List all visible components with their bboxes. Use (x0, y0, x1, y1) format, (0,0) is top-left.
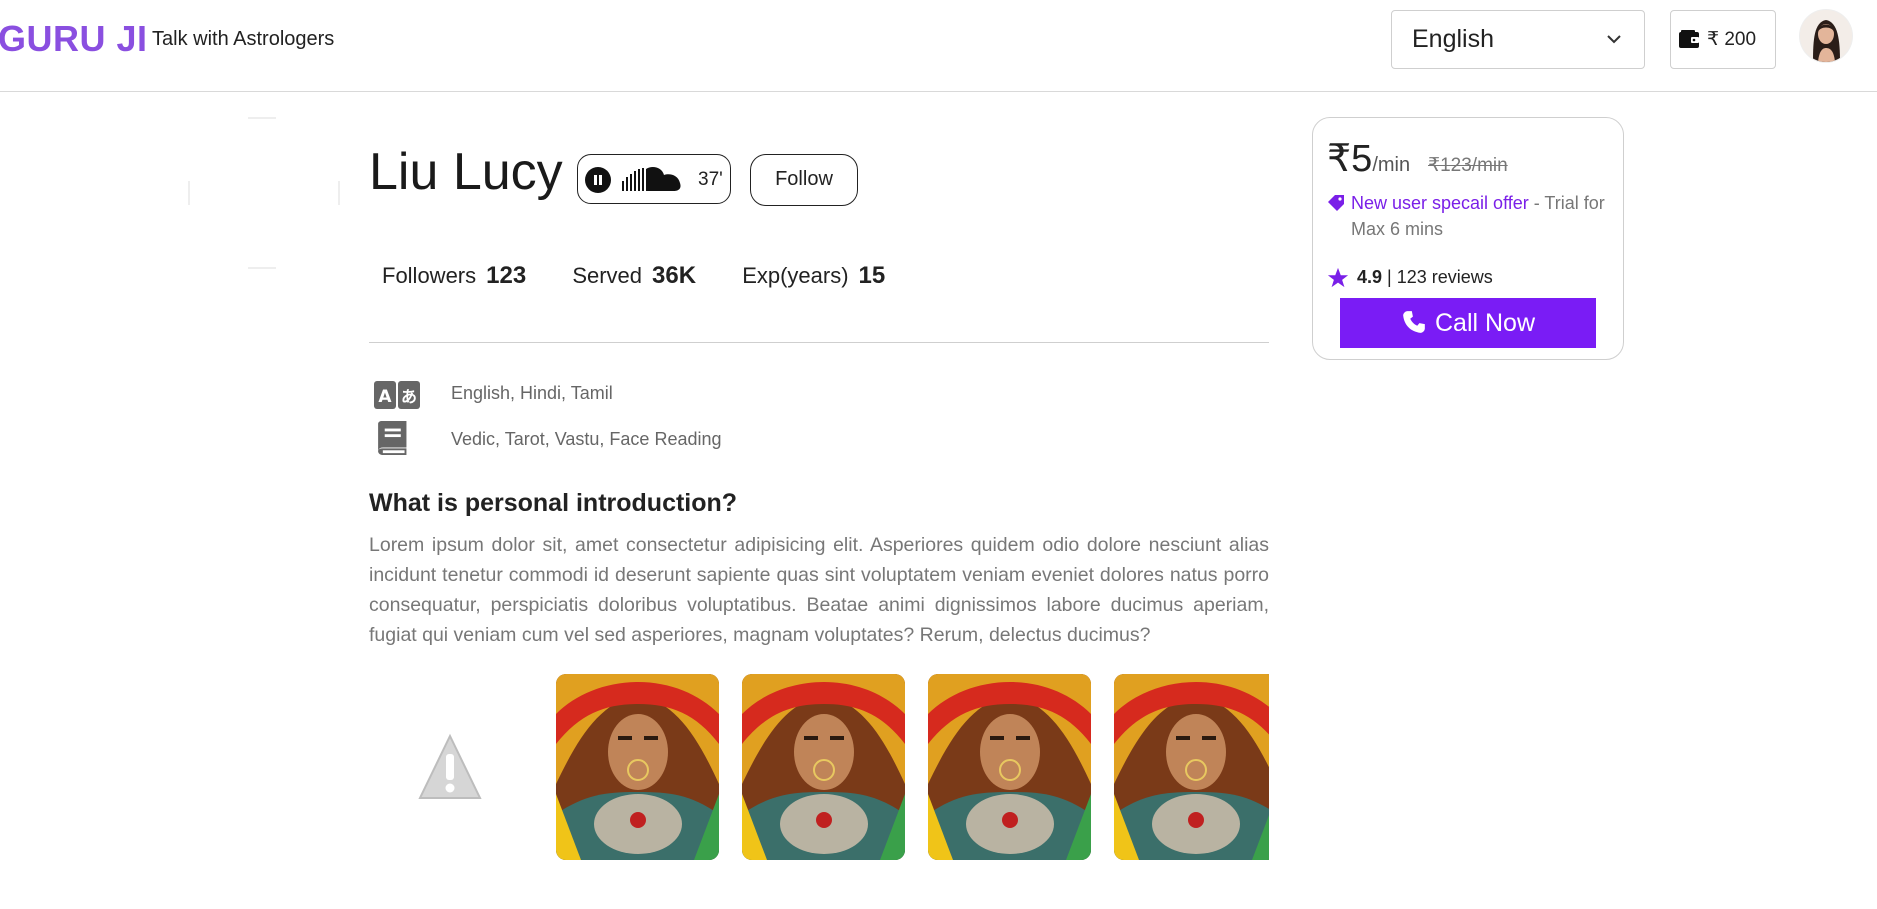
skills-text: Vedic, Tarot, Vastu, Face Reading (451, 429, 722, 449)
call-now-button[interactable]: Call Now (1340, 298, 1596, 348)
profile-image (188, 117, 340, 269)
stat-label: Followers (382, 263, 477, 288)
chevron-down-icon (1607, 35, 1621, 44)
stat-served: Served 36K (572, 262, 696, 290)
svg-text:あ: あ (401, 387, 417, 406)
gallery-photo (742, 674, 905, 860)
user-avatar[interactable] (1800, 10, 1852, 62)
avatar-image (1800, 10, 1852, 62)
phone-icon (1403, 311, 1425, 333)
photo-gallery (556, 674, 1269, 860)
nav-link-talk-with-astrologers[interactable]: Talk with Astrologers (152, 28, 334, 51)
top-navbar: GURU JI Talk with Astrologers English ₹ … (0, 0, 1877, 92)
languages-text: English, Hindi, Tamil (451, 383, 613, 403)
price-value: ₹5 (1327, 138, 1373, 180)
wallet-icon (1679, 30, 1699, 48)
gallery-photo (928, 674, 1091, 860)
translate-icon: A あ (374, 381, 420, 409)
astrologer-name: Liu Lucy (369, 143, 563, 201)
price-unit: /min (1372, 154, 1411, 176)
divider (369, 342, 1269, 343)
old-price: ₹123/min (1428, 155, 1508, 176)
offer-link[interactable]: New user specail offer (1351, 193, 1529, 213)
price: ₹5/min (1327, 136, 1410, 181)
gallery-photo (556, 674, 719, 860)
gallery-image[interactable] (928, 674, 1091, 860)
gallery-image[interactable] (1114, 674, 1269, 860)
star-icon (1327, 267, 1349, 288)
intro-paragraph: Lorem ipsum dolor sit, amet consectetur … (369, 534, 1269, 646)
warning-icon (418, 733, 482, 799)
stat-value: 123 (486, 262, 527, 289)
stat-value: 15 (858, 262, 886, 289)
gallery-image[interactable] (556, 674, 719, 860)
pricing-card: ₹5/min ₹123/min New user specail offer -… (1312, 117, 1624, 360)
audio-intro-player[interactable]: 37' (577, 154, 731, 204)
rating-value: 4.9 (1357, 267, 1383, 287)
wallet-balance: ₹ 200 (1707, 29, 1757, 50)
wallet-button[interactable]: ₹ 200 (1670, 10, 1776, 69)
stat-experience: Exp(years) 15 (742, 262, 885, 290)
intro-heading: What is personal introduction? (369, 489, 738, 517)
svg-text:A: A (378, 387, 392, 407)
tag-icon (1328, 195, 1344, 211)
language-select-value: English (1412, 25, 1494, 53)
stat-followers: Followers 123 (382, 262, 526, 290)
stats-row: Followers 123 Served 36K Exp(years) 15 (382, 262, 925, 290)
language-select[interactable]: English (1391, 10, 1645, 69)
stat-label: Exp(years) (742, 263, 849, 288)
audio-duration: 37' (698, 169, 723, 190)
reviews-count[interactable]: | 123 reviews (1382, 267, 1493, 287)
soundcloud-icon (622, 167, 681, 191)
offer-note: New user specail offer - Trial for Max 6… (1327, 190, 1613, 242)
gallery-photo (1114, 674, 1269, 860)
book-icon (378, 421, 407, 455)
call-now-label: Call Now (1434, 309, 1536, 337)
gallery-image[interactable] (742, 674, 905, 860)
stat-value: 36K (652, 262, 697, 289)
brand-logo[interactable]: GURU JI (0, 18, 148, 60)
pause-icon[interactable] (585, 167, 611, 193)
follow-button[interactable]: Follow (750, 154, 858, 206)
stat-label: Served (572, 263, 643, 288)
